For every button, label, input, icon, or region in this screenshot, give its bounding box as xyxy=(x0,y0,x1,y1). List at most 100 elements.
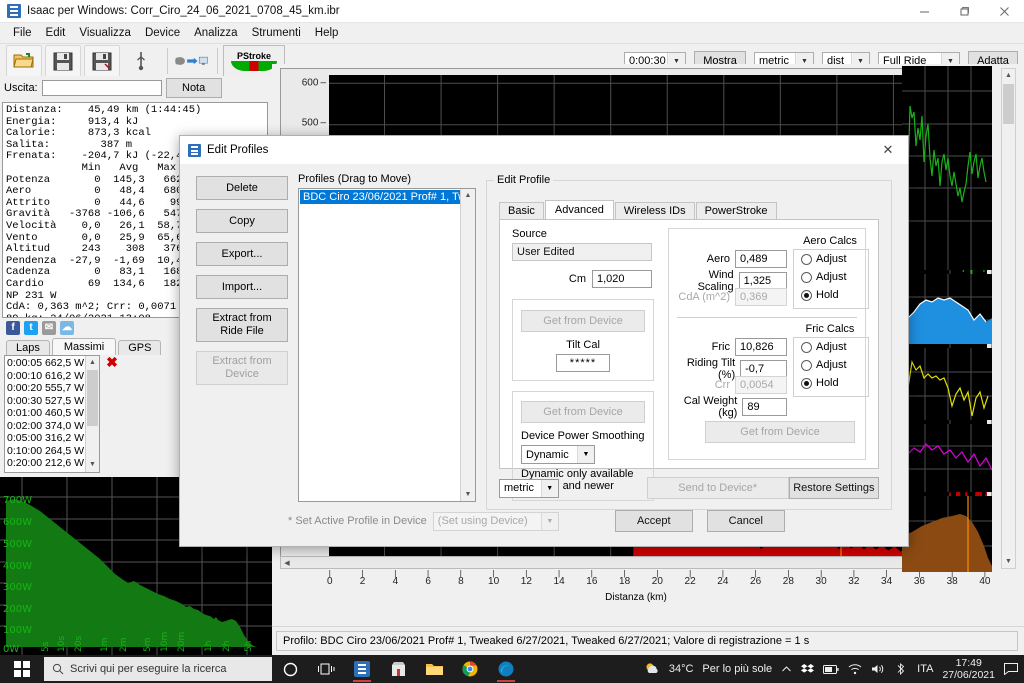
tab-advanced[interactable]: Advanced xyxy=(544,200,614,219)
list-item[interactable]: 0:10:00 264,5 W xyxy=(7,445,97,458)
delete-item-button[interactable]: ✖ xyxy=(104,355,120,371)
email-icon[interactable]: ✉ xyxy=(42,321,56,335)
list-item[interactable]: 0:30:00 197,2 W xyxy=(7,470,97,473)
menu-item-file[interactable]: File xyxy=(6,25,39,41)
maxima-list[interactable]: 0:00:05 662,5 W 0:00:10 616,2 W 0:00:20 … xyxy=(4,355,100,473)
language-indicator[interactable]: ITA xyxy=(917,663,933,675)
profiles-scrollbar[interactable]: ▲ ▼ xyxy=(460,189,475,501)
start-button[interactable] xyxy=(0,655,44,683)
extract-from-ride-file-button[interactable]: Extract from Ride File xyxy=(196,308,288,342)
taskbar-search[interactable]: Scrivi qui per eseguire la ricerca xyxy=(44,657,272,681)
download-from-device-button[interactable] xyxy=(173,45,209,77)
list-item[interactable]: 0:00:10 616,2 W xyxy=(7,370,97,383)
menu-item-device[interactable]: Device xyxy=(138,25,187,41)
list-item[interactable]: BDC Ciro 23/06/2021 Prof# 1, Tweaked 6 xyxy=(300,190,474,204)
list-item[interactable]: 0:01:00 460,5 W xyxy=(7,407,97,420)
profiles-list[interactable]: BDC Ciro 23/06/2021 Prof# 1, Tweaked 6 ▲… xyxy=(298,188,476,502)
list-item[interactable]: 0:20:00 212,6 W xyxy=(7,457,97,470)
chart-vertical-scrollbar[interactable]: ▲ ▼ xyxy=(1001,68,1016,569)
minimize-button[interactable] xyxy=(904,0,944,22)
list-item[interactable]: 0:00:30 527,5 W xyxy=(7,395,97,408)
menu-item-strumenti[interactable]: Strumenti xyxy=(245,25,308,41)
tab-massimi[interactable]: Massimi xyxy=(51,338,117,355)
nota-button[interactable]: Nota xyxy=(165,78,222,98)
uscita-input[interactable] xyxy=(41,80,162,96)
units-combo-dialog[interactable]: metric ▼ xyxy=(499,478,559,498)
list-item[interactable]: 0:00:20 555,7 W xyxy=(7,382,97,395)
scrollbar-thumb[interactable] xyxy=(87,370,98,426)
usb-device-icon[interactable] xyxy=(123,45,159,77)
scrollbar-thumb[interactable] xyxy=(1003,84,1014,124)
bluetooth-devices-icon[interactable] xyxy=(894,663,908,675)
export-profile-button[interactable]: Export... xyxy=(196,242,288,266)
clock[interactable]: 17:49 27/06/2021 xyxy=(942,657,995,681)
menu-item-help[interactable]: Help xyxy=(308,25,346,41)
menu-item-visualizza[interactable]: Visualizza xyxy=(72,25,138,41)
chevron-down-icon[interactable]: ▼ xyxy=(540,479,558,497)
aero-adjust-radio[interactable]: Adjust xyxy=(801,253,847,265)
scroll-up-icon[interactable]: ▲ xyxy=(1002,69,1015,82)
list-item[interactable]: 0:02:00 374,0 W xyxy=(7,420,97,433)
power-smoothing-combo[interactable]: Dynamic ▼ xyxy=(521,445,595,464)
open-file-button[interactable] xyxy=(6,45,42,77)
wifi-icon[interactable] xyxy=(848,663,862,675)
strip-power[interactable] xyxy=(902,66,992,270)
action-center-icon[interactable] xyxy=(1004,663,1018,675)
menu-item-edit[interactable]: Edit xyxy=(39,25,73,41)
scroll-left-icon[interactable]: ◀ xyxy=(281,557,293,568)
wind-adjust-radio[interactable]: Adjust xyxy=(801,271,847,283)
close-button[interactable] xyxy=(984,0,1024,22)
volume-icon[interactable] xyxy=(871,663,885,675)
tab-powerstroke[interactable]: PowerStroke xyxy=(695,202,777,219)
scroll-down-icon[interactable]: ▼ xyxy=(1002,555,1015,568)
riding-tilt-adjust-radio[interactable]: Adjust xyxy=(801,359,847,371)
tab-basic[interactable]: Basic xyxy=(499,202,544,219)
taskbar-isaac-icon[interactable] xyxy=(344,655,380,683)
save-button[interactable] xyxy=(45,45,81,77)
list-scrollbar[interactable]: ▲ ▼ xyxy=(85,356,99,472)
strip-heartrate[interactable] xyxy=(902,424,993,492)
chevron-down-icon[interactable]: ▼ xyxy=(577,446,594,463)
tab-laps[interactable]: Laps xyxy=(6,340,50,355)
task-view-icon[interactable] xyxy=(308,655,344,683)
scroll-down-icon[interactable]: ▼ xyxy=(461,488,475,501)
cm-input[interactable]: 1,020 xyxy=(592,270,652,288)
restore-settings-button[interactable]: Restore Settings xyxy=(788,477,880,499)
aero-input[interactable]: 0,489 xyxy=(735,250,787,268)
scroll-up-icon[interactable]: ▲ xyxy=(461,189,475,202)
cal-weight-input[interactable]: 89 xyxy=(742,398,787,416)
list-item[interactable]: 0:05:00 316,2 W xyxy=(7,432,97,445)
edge-icon[interactable] xyxy=(488,655,524,683)
strip-cadence[interactable] xyxy=(902,348,992,420)
maximize-button[interactable] xyxy=(944,0,984,22)
cloud-upload-icon[interactable]: ☁ xyxy=(60,321,74,335)
accept-button[interactable]: Accept xyxy=(614,510,693,532)
microsoft-store-icon[interactable] xyxy=(380,655,416,683)
scroll-up-icon[interactable]: ▲ xyxy=(89,357,96,370)
chart-horizontal-scrollbar[interactable]: ◀ ▶ xyxy=(280,556,992,569)
dialog-close-button[interactable]: ✕ xyxy=(868,136,908,164)
chevron-up-icon[interactable] xyxy=(781,664,792,675)
cancel-button[interactable]: Cancel xyxy=(706,510,785,532)
fric-input[interactable]: 10,826 xyxy=(735,338,787,356)
twitter-icon[interactable]: t xyxy=(24,321,38,335)
facebook-icon[interactable]: f xyxy=(6,321,20,335)
tilt-cal-value[interactable]: ***** xyxy=(556,354,610,372)
battery-icon[interactable] xyxy=(823,664,839,675)
fric-adjust-radio[interactable]: Adjust xyxy=(801,341,847,353)
file-explorer-icon[interactable] xyxy=(416,655,452,683)
crr-hold-radio[interactable]: Hold xyxy=(801,377,839,389)
tab-gps[interactable]: GPS xyxy=(118,340,162,355)
import-profile-button[interactable]: Import... xyxy=(196,275,288,299)
tab-wireless-ids[interactable]: Wireless IDs xyxy=(614,202,695,219)
dropbox-icon[interactable] xyxy=(801,663,815,676)
menu-item-analizza[interactable]: Analizza xyxy=(187,25,244,41)
strip-altitude[interactable] xyxy=(902,496,992,572)
copy-profile-button[interactable]: Copy xyxy=(196,209,288,233)
cortana-icon[interactable] xyxy=(272,655,308,683)
strip-speed[interactable] xyxy=(902,274,992,344)
list-item[interactable]: 0:00:05 662,5 W xyxy=(7,357,97,370)
cda-hold-radio[interactable]: Hold xyxy=(801,289,839,301)
delete-profile-button[interactable]: Delete xyxy=(196,176,288,200)
scroll-down-icon[interactable]: ▼ xyxy=(89,459,96,472)
